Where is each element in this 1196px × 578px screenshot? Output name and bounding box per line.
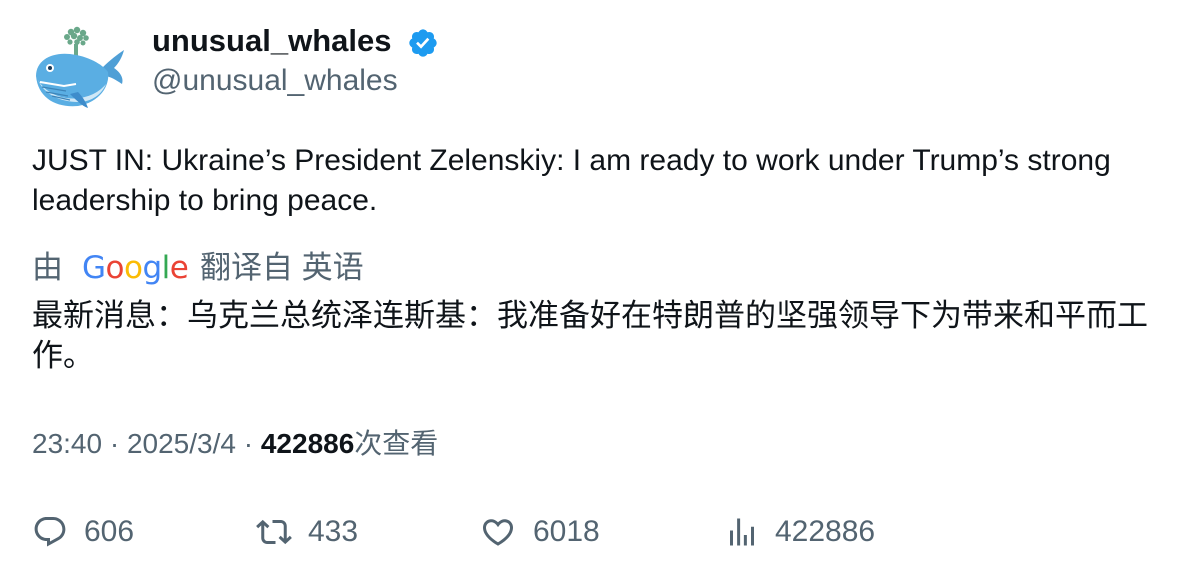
heart-icon [482, 519, 514, 546]
analytics-icon [730, 518, 754, 546]
views-label: 次查看 [354, 428, 439, 459]
translated-text: 最新消息：乌克兰总统泽连斯基：我准备好在特朗普的坚强领导下为带来和平而工作。 [32, 298, 1148, 373]
tweet-date[interactable]: 2025/3/4 [127, 428, 236, 459]
translated-from-label: 翻译自 英语 [200, 250, 364, 285]
whale-avatar-icon[interactable] [30, 24, 130, 114]
verified-badge-icon [407, 27, 439, 59]
views-count: 422886 [260, 428, 355, 459]
tweet-text: JUST IN: Ukraine’s President Zelenskiy: … [32, 144, 1111, 217]
user-handle[interactable]: @unusual_whales [152, 62, 398, 100]
tweet-meta: 23:40 · 2025/3/4 · 422886次查看 [32, 424, 438, 464]
reply-icon [34, 517, 66, 547]
reply-count: 606 [84, 515, 135, 548]
meta-separator: · [109, 428, 120, 459]
display-name[interactable]: unusual_whales [152, 22, 391, 60]
views-action-count: 422886 [775, 515, 876, 548]
translated-by-label: 由 [32, 250, 63, 285]
retweet-icon [256, 519, 292, 545]
tweet-time[interactable]: 23:40 [32, 428, 102, 459]
google-logo: Google [82, 250, 189, 286]
meta-separator: · [243, 428, 254, 459]
retweet-count: 433 [308, 515, 359, 548]
like-count: 6018 [533, 515, 600, 548]
